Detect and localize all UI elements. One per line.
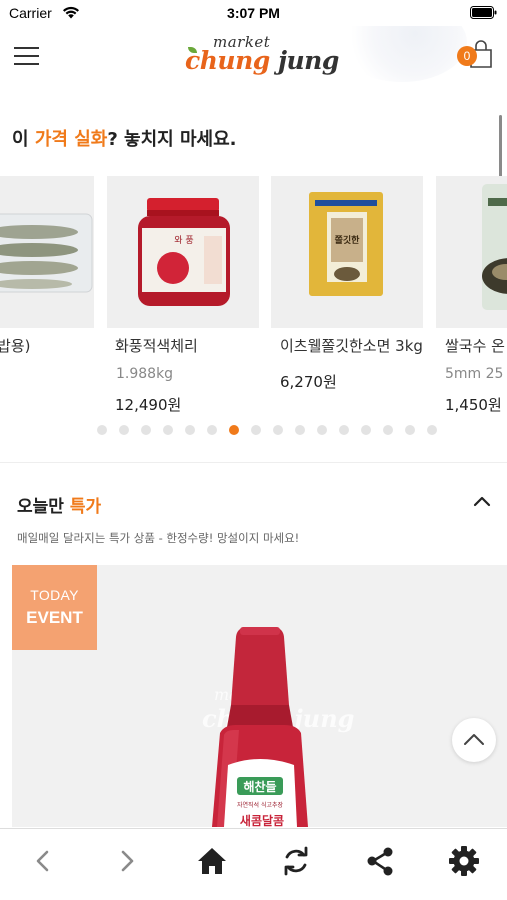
product-name: 쌀국수 온 xyxy=(445,337,505,355)
status-time: 3:07 PM xyxy=(227,5,280,21)
pagination-dot[interactable] xyxy=(141,425,151,435)
pagination-dot[interactable] xyxy=(317,425,327,435)
deals-section-title: 이 가격 실화? 놓치지 마세요. xyxy=(12,129,237,150)
pagination-dot[interactable] xyxy=(119,425,129,435)
product-image-rice-noodle xyxy=(436,176,507,328)
cart-count-badge: 0 xyxy=(457,46,477,66)
pagination-dot[interactable] xyxy=(207,425,217,435)
svg-text:와 풍: 와 풍 xyxy=(174,234,193,246)
product-weight: 5mm 25 xyxy=(445,366,504,382)
status-bar: Carrier 3:07 PM xyxy=(0,0,507,26)
app-header: market chung jung 0 xyxy=(0,26,507,86)
gear-icon[interactable] xyxy=(447,844,481,878)
home-icon[interactable] xyxy=(195,844,229,878)
pagination-dot[interactable] xyxy=(97,425,107,435)
product-image-cherry-jar: 와 풍 xyxy=(107,176,259,328)
forward-arrow-icon[interactable] xyxy=(110,844,144,878)
product-image-fish xyxy=(0,176,94,328)
logo-brand-text: chung jung xyxy=(185,46,339,75)
product-price: 6,270원 xyxy=(280,373,337,391)
product-name: 이츠웰쫄깃한소면 3kg xyxy=(280,337,423,355)
pagination-dot[interactable] xyxy=(185,425,195,435)
section-divider xyxy=(0,462,507,463)
header-decoration xyxy=(337,26,467,82)
today-event-banner[interactable]: market chung jung 해찬들 자연직석 식고추장 새콤달콤 TOD… xyxy=(12,565,507,827)
back-arrow-icon[interactable] xyxy=(26,844,60,878)
pagination-dot[interactable] xyxy=(339,425,349,435)
pagination-dot[interactable] xyxy=(163,425,173,435)
pagination-dot[interactable] xyxy=(405,425,415,435)
pagination-dot[interactable] xyxy=(383,425,393,435)
today-event-badge: TODAY EVENT xyxy=(12,565,97,650)
hamburger-menu-icon[interactable] xyxy=(14,46,39,66)
pagination-dot[interactable] xyxy=(427,425,437,435)
product-card[interactable]: 와 풍 화풍적색체리 1.988kg 12,490원 xyxy=(107,176,259,415)
scroll-to-top-button[interactable] xyxy=(452,718,496,762)
chevron-up-icon xyxy=(464,734,484,745)
product-name: 화풍적색체리 xyxy=(115,337,198,355)
pagination-dot[interactable] xyxy=(273,425,283,435)
today-deal-subtitle: 매일매일 달라지는 특가 상품 - 한정수량! 망설이지 마세요! xyxy=(17,531,300,545)
pagination-dot[interactable] xyxy=(361,425,371,435)
svg-text:자연직석 식고추장: 자연직석 식고추장 xyxy=(237,801,284,809)
svg-text:해찬들: 해찬들 xyxy=(243,779,276,794)
bottom-toolbar xyxy=(0,828,507,900)
product-price: 1,450원 xyxy=(445,396,502,414)
refresh-icon[interactable] xyxy=(279,844,313,878)
svg-text:새콤달콤: 새콤달콤 xyxy=(240,813,284,827)
share-icon[interactable] xyxy=(363,844,397,878)
chevron-up-icon[interactable] xyxy=(472,494,492,508)
product-weight: 1.988kg xyxy=(116,366,174,382)
market-chung-jung-logo[interactable]: market chung jung xyxy=(185,33,339,81)
product-card[interactable]: 쌀국수 온 5mm 25 1,450원 xyxy=(436,176,507,415)
product-card[interactable]: 쫄깃한 이츠웰쫄깃한소면 3kg 6,270원 xyxy=(271,176,423,392)
today-deal-section-title: 오늘만 특가 xyxy=(17,497,102,517)
pagination-dot[interactable] xyxy=(251,425,261,435)
pagination-dot-active[interactable] xyxy=(229,425,239,435)
svg-text:쫄깃한: 쫄깃한 xyxy=(335,234,361,246)
cart-button[interactable]: 0 xyxy=(457,40,495,70)
product-image-noodle-pack: 쫄깃한 xyxy=(271,176,423,328)
product-card[interactable]: :밥용) xyxy=(0,176,94,356)
product-price: 12,490원 xyxy=(115,396,182,414)
carousel-pagination[interactable] xyxy=(97,425,442,435)
battery-icon xyxy=(470,6,497,19)
product-name: :밥용) xyxy=(0,337,31,355)
pagination-dot[interactable] xyxy=(295,425,305,435)
deals-product-carousel[interactable]: :밥용) 와 풍 화풍적색체리 1.988kg 12,490원 xyxy=(0,176,507,426)
